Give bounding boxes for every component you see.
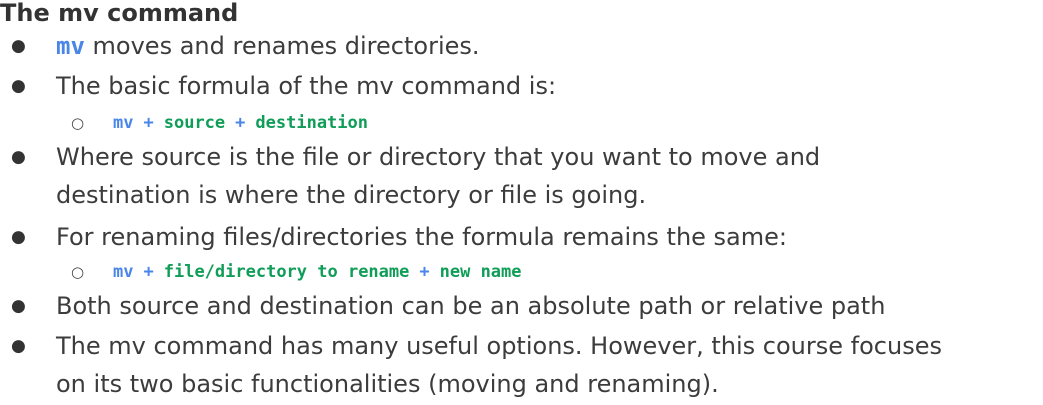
sub-bullet-icon: ○ xyxy=(71,263,85,281)
list-item: The basic formula of the mv command is: xyxy=(56,67,1041,105)
list-item-text: Where source is the file or directory th… xyxy=(56,143,821,171)
formula-arg: new name xyxy=(439,262,522,282)
formula-command: mv xyxy=(113,262,134,282)
inline-code: mv xyxy=(56,32,85,60)
list-item-text: The mv command has many useful options. … xyxy=(56,332,942,360)
bullet-icon: ● xyxy=(11,227,26,247)
list-item-text: on its two basic functionalities (moving… xyxy=(56,370,719,398)
formula-plus: + xyxy=(419,262,430,282)
list-item-text: destination is where the directory or fi… xyxy=(56,181,647,209)
list-item: For renaming files/directories the formu… xyxy=(56,218,1041,256)
formula-plus: + xyxy=(143,262,154,282)
formula-plus: + xyxy=(235,113,246,133)
list-item: The mv command has many useful options. … xyxy=(56,327,1041,403)
bullet-icon: ● xyxy=(11,76,26,96)
sub-bullet-icon: ○ xyxy=(71,114,85,132)
formula-plus: + xyxy=(143,113,154,133)
bullet-icon: ● xyxy=(11,336,26,356)
list-item: Both source and destination can be an ab… xyxy=(56,287,1041,325)
formula-command: mv xyxy=(113,113,134,133)
formula-rename: mv + file/directory to rename + new name xyxy=(113,257,522,287)
bullet-icon: ● xyxy=(11,36,26,56)
bullet-icon: ● xyxy=(11,147,26,167)
list-item-text: For renaming files/directories the formu… xyxy=(56,223,787,251)
formula-arg: destination xyxy=(255,113,368,133)
list-item-text: moves and renames directories. xyxy=(84,32,480,60)
list-item-text: Both source and destination can be an ab… xyxy=(56,292,886,320)
formula-arg: source xyxy=(163,113,226,133)
formula-move: mv + source + destination xyxy=(113,108,368,138)
list-item: Where source is the file or directory th… xyxy=(56,138,1041,214)
list-item: mv moves and renames directories. xyxy=(56,27,1041,65)
formula-arg: file/directory to rename xyxy=(163,262,410,282)
page-title: The mv command xyxy=(0,0,239,27)
bullet-icon: ● xyxy=(11,296,26,316)
list-item-text: The basic formula of the mv command is: xyxy=(56,72,557,100)
